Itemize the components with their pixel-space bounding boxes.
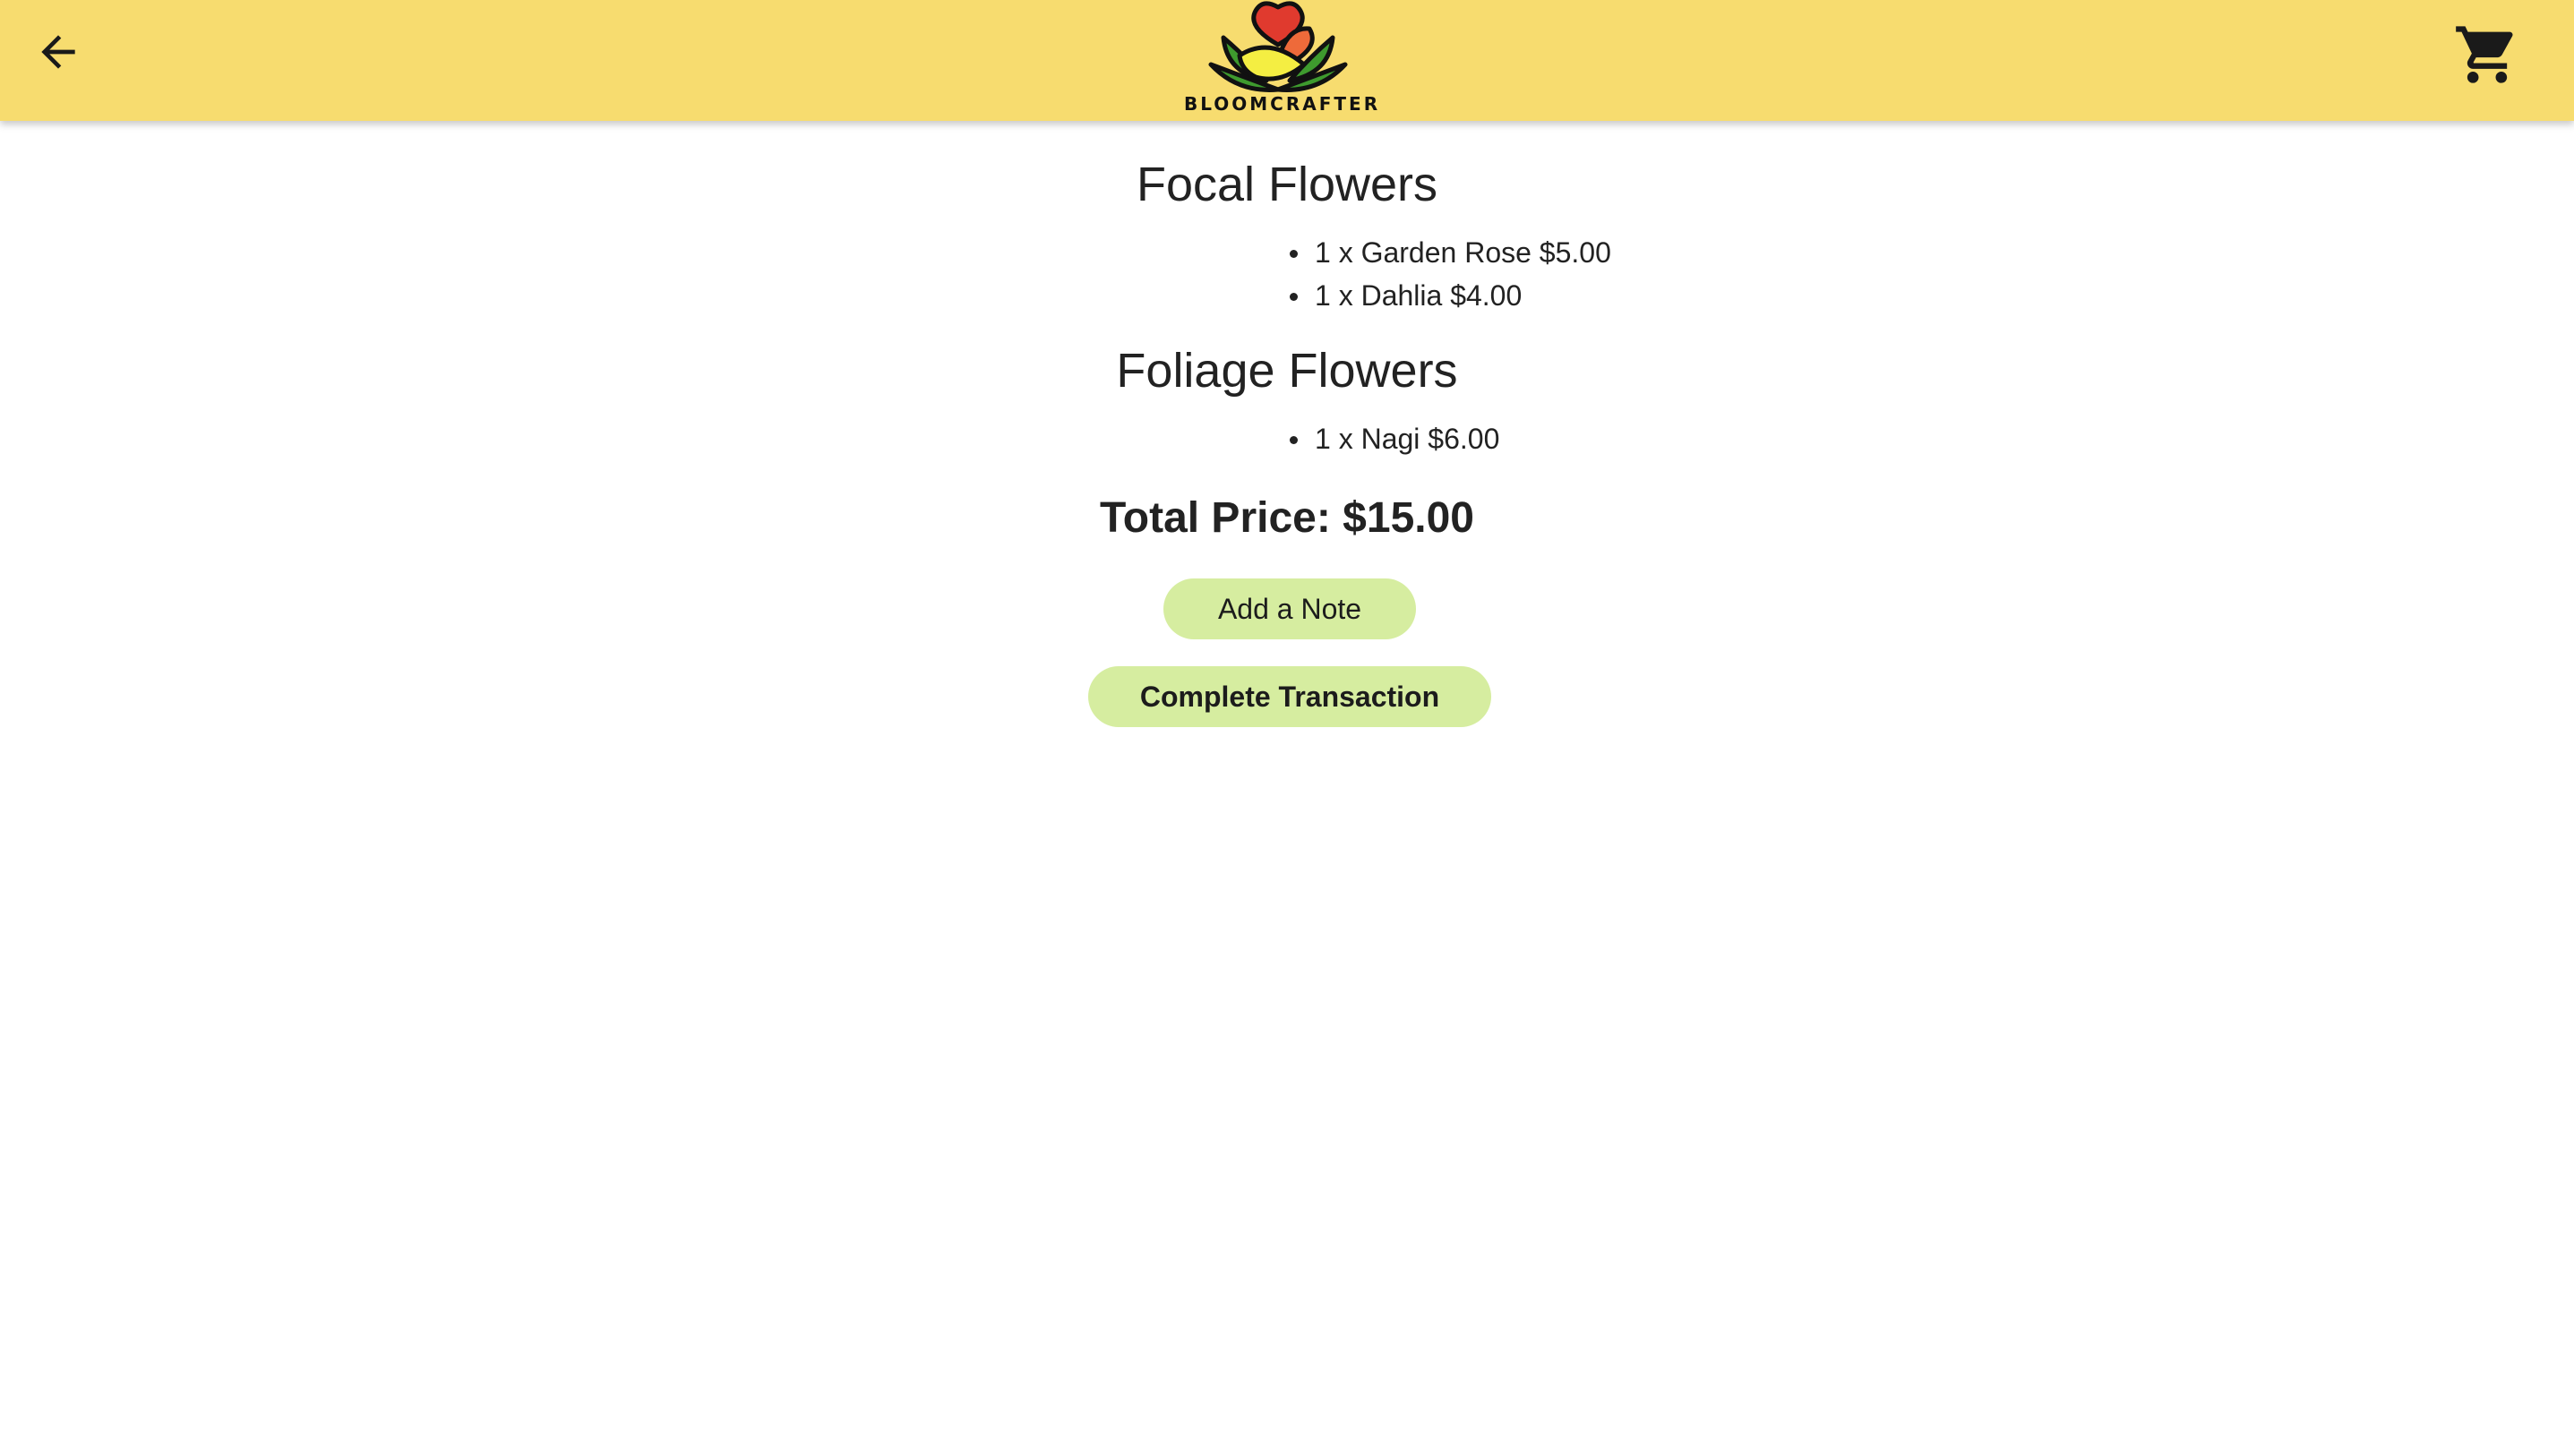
section-title-focal: Focal Flowers xyxy=(1136,158,1438,211)
total-price: Total Price: $15.00 xyxy=(1100,494,1474,542)
list-item: 1 x Nagi $6.00 xyxy=(1290,417,1499,460)
brand-name: BLOOMCRAFTER xyxy=(1184,93,1381,115)
cart-button[interactable] xyxy=(2450,20,2524,93)
add-note-button[interactable]: Add a Note xyxy=(1163,578,1416,639)
section-title-foliage: Foliage Flowers xyxy=(1116,344,1458,398)
foliage-item-list: 1 x Nagi $6.00 xyxy=(1290,417,1499,460)
list-item: 1 x Garden Rose $5.00 xyxy=(1290,231,1611,274)
back-button[interactable] xyxy=(27,22,90,85)
shopping-cart-icon xyxy=(2453,21,2521,93)
bloomcrafter-logo: BLOOMCRAFTER xyxy=(1184,0,1381,121)
top-app-bar: BLOOMCRAFTER xyxy=(0,0,2574,121)
focal-item-list: 1 x Garden Rose $5.00 1 x Dahlia $4.00 xyxy=(1290,231,1611,317)
checkout-screen: BLOOMCRAFTER Focal Flowers 1 x Garden Ro… xyxy=(0,0,2574,1456)
arrow-left-icon xyxy=(33,27,83,81)
complete-transaction-button[interactable]: Complete Transaction xyxy=(1088,666,1491,727)
list-item: 1 x Dahlia $4.00 xyxy=(1290,274,1611,317)
